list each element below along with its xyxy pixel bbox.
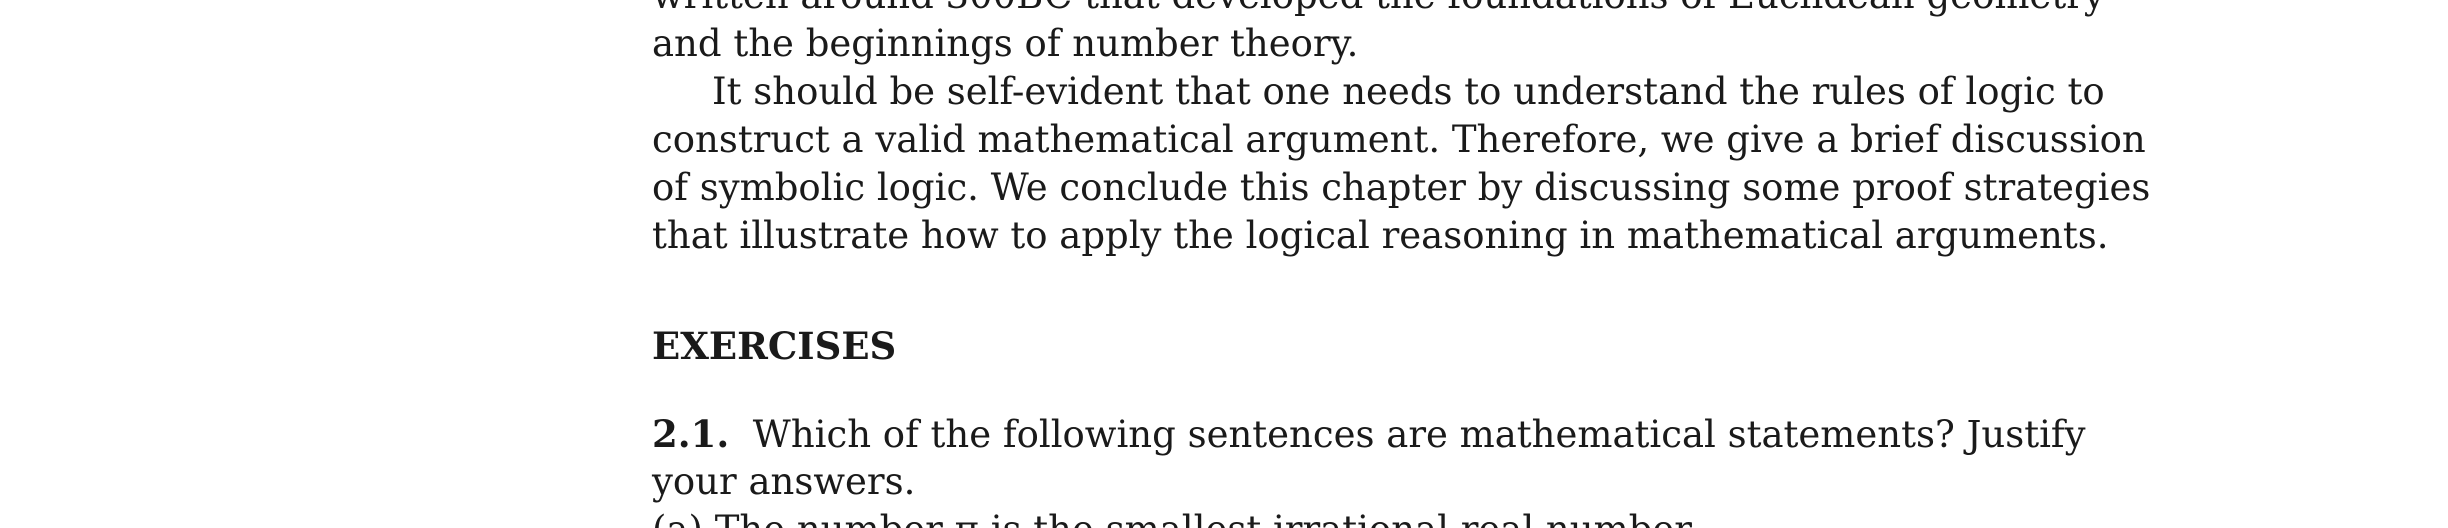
exercise-line: 2.1. Which of the following sentences ar… bbox=[652, 410, 2086, 458]
body-paragraph: It should be self-evident that one needs… bbox=[652, 68, 2151, 260]
exercise-line: your answers. bbox=[652, 460, 916, 503]
text-line: written around 300BC that developed the … bbox=[652, 0, 2105, 20]
text-line: construct a valid mathematical argument.… bbox=[652, 118, 2146, 161]
exercise-block: 2.1. Which of the following sentences ar… bbox=[652, 410, 2086, 528]
section-heading: EXERCISES bbox=[652, 324, 897, 368]
text-line: that illustrate how to apply the logical… bbox=[652, 214, 2109, 257]
text-line: and the beginnings of number theory. bbox=[652, 22, 1359, 65]
document-page: written around 300BC that developed the … bbox=[0, 0, 2448, 528]
exercise-item-a: (a) The number π is the smallest irratio… bbox=[652, 506, 2012, 528]
text-line: It should be self-evident that one needs… bbox=[712, 70, 2105, 113]
text-line: of symbolic logic. We conclude this chap… bbox=[652, 166, 2151, 209]
exercise-prompt: Which of the following sentences are mat… bbox=[752, 413, 2086, 456]
exercise-number: 2.1. bbox=[652, 412, 730, 456]
intro-paragraph: written around 300BC that developed the … bbox=[652, 0, 2105, 68]
